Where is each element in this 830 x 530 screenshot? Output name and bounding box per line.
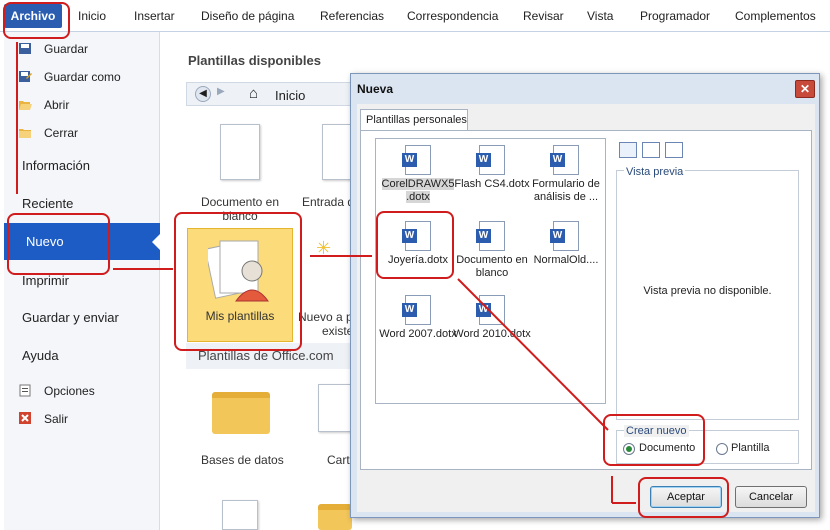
word-template-warning-icon: [476, 221, 505, 251]
tab-programador[interactable]: Programador: [640, 9, 710, 23]
annotation-mis-plantillas: [174, 212, 302, 351]
file-item[interactable]: Formulario de análisis de ...: [526, 145, 606, 204]
file-item[interactable]: Word 2010.dotx: [452, 295, 532, 341]
nav-opciones-label: Opciones: [44, 384, 95, 398]
radio-plantilla[interactable]: [716, 443, 728, 455]
file-name: Formulario de análisis de ...: [532, 178, 600, 203]
radio-plantilla-label[interactable]: Plantilla: [731, 442, 770, 454]
templates-address-bar: ◀ ▶ ⌂ Inicio: [186, 82, 356, 106]
templates-heading: Plantillas disponibles: [188, 53, 321, 68]
annotation-joyeria: [376, 211, 454, 279]
forward-arrow-icon[interactable]: ▶: [217, 86, 225, 97]
save-icon: [18, 42, 32, 55]
tab-diseno-pagina[interactable]: Diseño de página: [201, 9, 294, 23]
dialog-title: Nueva: [357, 82, 394, 96]
cancel-button[interactable]: Cancelar: [735, 486, 807, 508]
ribbon-tabs: Archivo Inicio Insertar Diseño de página…: [0, 0, 830, 32]
tile-cards-label[interactable]: Cart: [327, 453, 350, 467]
annotation-archivo: [3, 2, 70, 39]
nav-ayuda[interactable]: Ayuda: [22, 348, 59, 363]
cards-icon[interactable]: [318, 384, 352, 432]
word-template-warning-icon: [550, 221, 579, 251]
nav-cerrar-label: Cerrar: [44, 126, 79, 140]
nav-guardar-enviar[interactable]: Guardar y enviar: [22, 310, 119, 325]
word-template-icon: [550, 145, 579, 175]
tab-plantillas-personales[interactable]: Plantillas personales: [360, 109, 468, 131]
template-folder-icon[interactable]: [318, 504, 352, 530]
tab-revisar[interactable]: Revisar: [523, 9, 564, 23]
details-view-icon[interactable]: [665, 142, 683, 158]
open-folder-icon: [18, 98, 32, 111]
file-item[interactable]: Word 2007.dotx: [378, 295, 458, 341]
preview-label: Vista previa: [624, 166, 686, 178]
file-item[interactable]: NormalOld....: [526, 221, 606, 267]
annotation-nuevo: [7, 213, 110, 275]
tab-insertar[interactable]: Insertar: [134, 9, 175, 23]
nav-reciente[interactable]: Reciente: [22, 196, 73, 211]
tile-blog-post-label[interactable]: Entrada d: [302, 195, 354, 209]
file-name: CorelDRAWX5 .dotx: [381, 178, 455, 203]
file-name: Documento en blanco: [456, 254, 528, 279]
exit-icon: [18, 412, 32, 425]
large-icons-view-icon[interactable]: [619, 142, 637, 158]
tab-inicio[interactable]: Inicio: [78, 9, 106, 23]
close-icon[interactable]: ✕: [795, 80, 815, 98]
template-thumb-icon[interactable]: [222, 500, 258, 530]
annotation-crear-nuevo: [603, 414, 705, 466]
tab-referencias[interactable]: Referencias: [320, 9, 384, 23]
word-template-icon: [476, 145, 505, 175]
preview-message: Vista previa no disponible.: [643, 285, 772, 297]
list-view-icon[interactable]: [642, 142, 660, 158]
file-name: Flash CS4.dotx: [454, 178, 530, 190]
tab-complementos[interactable]: Complementos: [735, 9, 816, 23]
options-icon: [18, 384, 32, 397]
close-folder-icon: [18, 126, 32, 139]
file-item[interactable]: Flash CS4.dotx: [452, 145, 532, 191]
annotation-aceptar: [638, 477, 729, 518]
word-template-icon: [402, 295, 431, 325]
file-item[interactable]: CorelDRAWX5 .dotx: [378, 145, 458, 204]
word-template-icon: [402, 145, 431, 175]
file-name: Word 2007.dotx: [379, 328, 457, 340]
nav-imprimir[interactable]: Imprimir: [22, 273, 69, 288]
file-name: NormalOld....: [533, 254, 599, 266]
nav-guardar-label: Guardar: [44, 42, 89, 56]
databases-folder-icon[interactable]: [212, 392, 270, 434]
annotation-line: [310, 255, 372, 257]
tile-new-from-existing-label-2[interactable]: existe: [322, 324, 353, 338]
file-item[interactable]: Documento en blanco: [452, 221, 532, 280]
back-arrow-icon[interactable]: ◀: [195, 86, 211, 102]
blog-post-icon[interactable]: [322, 124, 352, 180]
word-template-icon: [476, 295, 505, 325]
save-as-icon: [18, 70, 32, 83]
file-name: Word 2010.dotx: [453, 328, 531, 340]
nav-informacion[interactable]: Información: [22, 158, 90, 173]
home-icon[interactable]: ⌂: [249, 85, 258, 102]
nav-guardar-como-label: Guardar como: [44, 70, 121, 84]
tile-new-from-existing-label[interactable]: Nuevo a p: [298, 310, 353, 324]
annotation-line: [113, 268, 173, 270]
annotation-line: [16, 42, 18, 194]
nav-salir-label: Salir: [44, 412, 69, 426]
tile-databases-label[interactable]: Bases de datos: [201, 453, 284, 467]
breadcrumb-inicio[interactable]: Inicio: [275, 88, 305, 103]
nav-abrir-label: Abrir: [44, 98, 70, 112]
tab-correspondencia[interactable]: Correspondencia: [407, 9, 498, 23]
tab-vista[interactable]: Vista: [587, 9, 613, 23]
blank-document-icon[interactable]: [220, 124, 260, 180]
